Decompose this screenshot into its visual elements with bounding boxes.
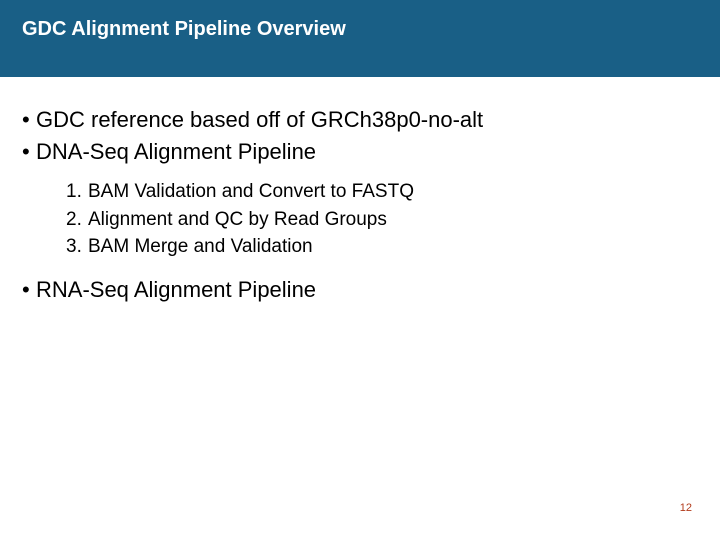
bullet-item: •GDC reference based off of GRCh38p0-no-… xyxy=(22,105,698,135)
numbered-item: 2.Alignment and QC by Read Groups xyxy=(66,206,698,234)
numbered-text: Alignment and QC by Read Groups xyxy=(88,209,387,230)
bullet-list-2: •RNA-Seq Alignment Pipeline xyxy=(22,275,698,305)
bullet-marker: • xyxy=(22,275,36,305)
bullet-marker: • xyxy=(22,105,36,135)
page-number: 12 xyxy=(680,502,692,514)
numbered-item: 1.BAM Validation and Convert to FASTQ xyxy=(66,178,698,206)
bullet-list-1: •GDC reference based off of GRCh38p0-no-… xyxy=(22,105,698,166)
slide: GDC Alignment Pipeline Overview •GDC ref… xyxy=(0,0,720,540)
bullet-text: RNA-Seq Alignment Pipeline xyxy=(36,277,316,302)
title-bar: GDC Alignment Pipeline Overview xyxy=(0,0,720,77)
numbered-text: BAM Validation and Convert to FASTQ xyxy=(88,181,414,202)
numbered-item: 3.BAM Merge and Validation xyxy=(66,233,698,261)
bullet-item: •RNA-Seq Alignment Pipeline xyxy=(22,275,698,305)
bullet-marker: • xyxy=(22,137,36,167)
numbered-list: 1.BAM Validation and Convert to FASTQ 2.… xyxy=(22,168,698,275)
numbered-marker: 2. xyxy=(66,206,88,234)
numbered-marker: 1. xyxy=(66,178,88,206)
bullet-item: •DNA-Seq Alignment Pipeline xyxy=(22,137,698,167)
numbered-text: BAM Merge and Validation xyxy=(88,236,313,257)
bullet-text: GDC reference based off of GRCh38p0-no-a… xyxy=(36,107,483,132)
slide-title: GDC Alignment Pipeline Overview xyxy=(0,18,720,41)
slide-body: •GDC reference based off of GRCh38p0-no-… xyxy=(0,77,720,305)
numbered-marker: 3. xyxy=(66,233,88,261)
bullet-text: DNA-Seq Alignment Pipeline xyxy=(36,139,316,164)
